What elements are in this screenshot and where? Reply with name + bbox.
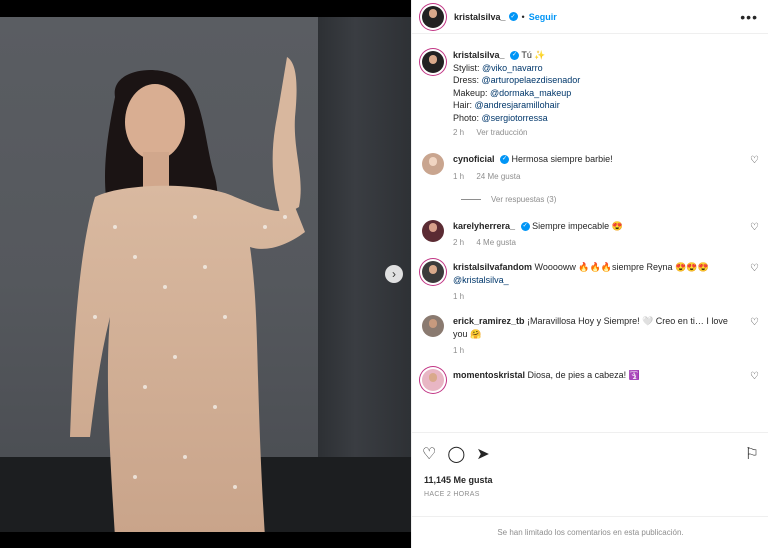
- woman-in-sequin-gown: [70, 57, 305, 532]
- comment-text: Hermosa siempre barbie!: [511, 154, 613, 164]
- more-options-icon[interactable]: •••: [740, 9, 758, 25]
- commenter-avatar[interactable]: [422, 219, 444, 242]
- mention-link[interactable]: @viko_navarro: [482, 63, 543, 73]
- caption-username[interactable]: kristalsilva_: [453, 50, 505, 60]
- comment-text: Siempre impecable 😍: [532, 220, 623, 231]
- mention-link[interactable]: @andresjaramillohair: [475, 100, 560, 110]
- author-avatar[interactable]: [422, 51, 444, 73]
- author-username[interactable]: kristalsilva_: [454, 12, 506, 22]
- comment-time[interactable]: 2 h: [453, 238, 464, 247]
- heart-icon[interactable]: ♡: [750, 317, 759, 355]
- translate-link[interactable]: Ver traducción: [476, 128, 527, 137]
- comment-username[interactable]: cynoficial: [453, 154, 495, 164]
- comments-limited-notice: Se han limitado los comentarios en esta …: [412, 516, 768, 548]
- mention-link[interactable]: @arturopelaezdisenador: [482, 75, 581, 85]
- comment: erick_ramirez_tb ¡Maravillosa Hoy y Siem…: [412, 315, 768, 355]
- comment-likes[interactable]: 4 Me gusta: [476, 238, 516, 247]
- heart-icon[interactable]: ♡: [750, 371, 759, 391]
- comment-username[interactable]: kristalsilvafandom: [453, 262, 532, 272]
- author-avatar[interactable]: [422, 5, 444, 28]
- post-timestamp: HACE 2 HORAS: [424, 491, 480, 498]
- verified-badge-icon: ✓: [508, 12, 518, 21]
- heart-icon[interactable]: ♡: [750, 155, 759, 181]
- caption-label: Dress:: [453, 75, 482, 85]
- verified-badge-icon: ✓: [500, 155, 510, 165]
- comment-username[interactable]: momentoskristal: [453, 370, 525, 380]
- comment: kristalsilvafandom Wooooww 🔥🔥🔥siempre Re…: [412, 261, 768, 301]
- caption-time[interactable]: 2 h: [453, 128, 464, 137]
- commenter-avatar[interactable]: [422, 369, 444, 391]
- comment-text: Diosa, de pies a cabeza! 🛐: [527, 370, 640, 380]
- heart-icon[interactable]: ♡: [750, 263, 759, 301]
- likes-count[interactable]: 11,145 Me gusta: [412, 467, 768, 485]
- mention-link[interactable]: @sergiotorressa: [482, 113, 548, 123]
- comment-text: Wooooww 🔥🔥🔥siempre Reyna 😍😍😍: [534, 262, 709, 272]
- replies-divider: [461, 198, 481, 200]
- comment-username[interactable]: karelyherrera_: [453, 221, 515, 231]
- follow-button[interactable]: Seguir: [529, 12, 557, 22]
- commenter-avatar[interactable]: [422, 315, 444, 337]
- comment-username[interactable]: erick_ramirez_tb: [453, 316, 525, 326]
- chevron-right-icon: ›: [392, 267, 396, 281]
- caption: kristalsilva_ ✓ Tú ✨ Stylist: @viko_nava…: [412, 49, 768, 137]
- comment-time[interactable]: 1 h: [453, 346, 464, 355]
- separator-dot: •: [521, 11, 525, 22]
- photo-pillar: [318, 17, 411, 457]
- verified-badge-icon: ✓: [520, 221, 530, 231]
- caption-label: Photo:: [453, 112, 482, 123]
- comments-list[interactable]: kristalsilva_ ✓ Tú ✨ Stylist: @viko_nava…: [412, 35, 768, 430]
- verified-badge-icon: ✓: [510, 51, 520, 61]
- caption-label: Hair:: [453, 100, 475, 110]
- comment: karelyherrera_ ✓ Siempre impecable 😍 2 h…: [412, 219, 768, 248]
- share-icon[interactable]: ➤: [476, 444, 489, 464]
- post-details-panel: kristalsilva_ ✓ • Seguir ••• kristalsilv…: [411, 0, 768, 548]
- caption-label: Stylist:: [453, 62, 483, 73]
- caption-title: Tú ✨: [521, 50, 546, 60]
- comment: momentoskristal Diosa, de pies a cabeza!…: [412, 369, 768, 391]
- bookmark-icon[interactable]: ⚐: [745, 444, 759, 464]
- commenter-avatar[interactable]: [422, 153, 444, 175]
- heart-icon[interactable]: ♡: [750, 222, 759, 248]
- view-replies-button[interactable]: Ver respuestas (3): [412, 195, 768, 204]
- post-photo[interactable]: ›: [0, 17, 411, 532]
- mention-link[interactable]: @kristalsilva_: [453, 275, 509, 285]
- comment-icon[interactable]: ◯: [447, 444, 465, 464]
- comment-likes[interactable]: 24 Me gusta: [476, 172, 520, 181]
- caption-label: Makeup:: [453, 87, 491, 98]
- next-photo-button[interactable]: ›: [385, 265, 403, 283]
- instagram-post-view: › kristalsilva_ ✓ • Seguir ••• kristalsi…: [0, 0, 768, 548]
- comment-time[interactable]: 1 h: [453, 292, 464, 301]
- comment: cynoficial ✓ Hermosa siempre barbie! 1 h…: [412, 153, 768, 181]
- mention-link[interactable]: @dormaka_makeup: [490, 88, 571, 98]
- view-replies-label: Ver respuestas (3): [491, 194, 557, 204]
- commenter-avatar[interactable]: [422, 261, 444, 283]
- heart-icon[interactable]: ♡: [422, 444, 436, 464]
- comment-time[interactable]: 1 h: [453, 172, 464, 181]
- post-header: kristalsilva_ ✓ • Seguir •••: [412, 0, 768, 34]
